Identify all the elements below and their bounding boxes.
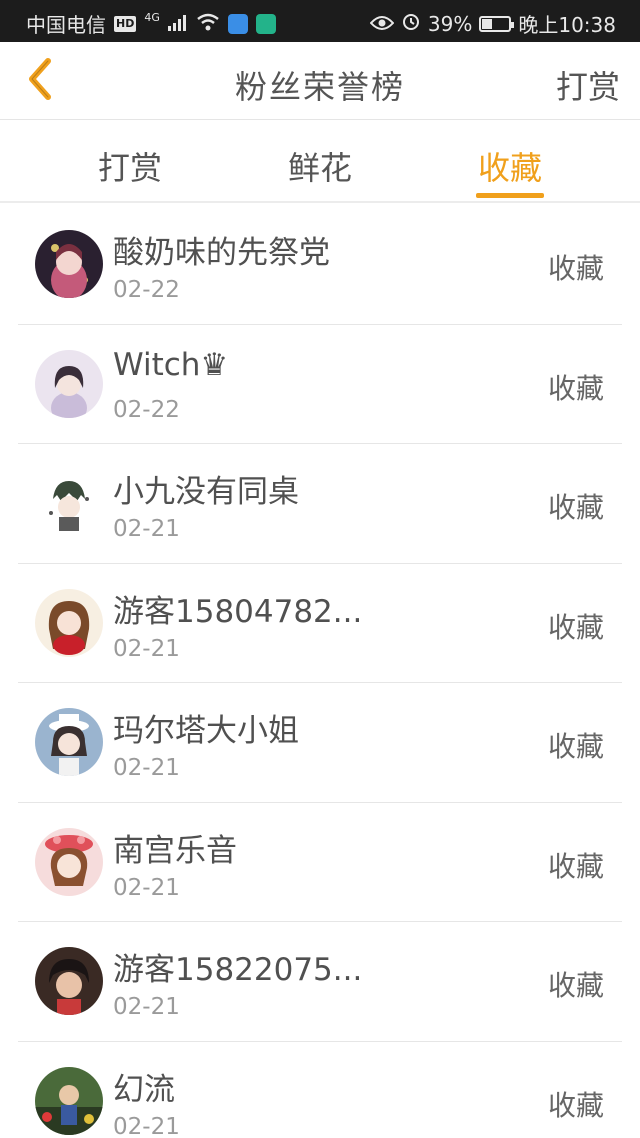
battery-fill bbox=[482, 18, 493, 29]
avatar bbox=[35, 827, 103, 896]
tab-flowers[interactable]: 鲜花 bbox=[250, 143, 390, 189]
alarm-icon bbox=[401, 11, 421, 36]
avatar bbox=[35, 708, 103, 776]
user-date: 02-22 bbox=[113, 396, 180, 423]
avatar bbox=[35, 947, 103, 1015]
user-date: 02-21 bbox=[113, 516, 180, 542]
network-label: 4G bbox=[144, 11, 160, 24]
user-name: Witch♛ bbox=[113, 346, 229, 383]
list-item[interactable]: 游客15822075... 02-21 收藏 bbox=[18, 922, 622, 1042]
status-bar: 中国电信 HD 4G 39% 晚上10:38 bbox=[0, 0, 640, 42]
avatar bbox=[35, 469, 103, 537]
tab-reward[interactable]: 打赏 bbox=[60, 143, 200, 189]
favorite-label: 收藏 bbox=[547, 371, 604, 405]
clock-label: 晚上10:38 bbox=[518, 13, 616, 37]
app-notification-icon-2 bbox=[255, 13, 276, 34]
user-date: 02-22 bbox=[113, 277, 180, 303]
user-date: 02-21 bbox=[113, 1113, 180, 1138]
favorite-label: 收藏 bbox=[547, 610, 604, 644]
favorite-label: 收藏 bbox=[547, 252, 604, 285]
list-item[interactable]: 玛尔塔大小姐 02-21 收藏 bbox=[18, 683, 622, 803]
signal-icon bbox=[167, 12, 188, 36]
user-name: 玛尔塔大小姐 bbox=[113, 713, 299, 749]
user-date: 02-21 bbox=[113, 874, 180, 901]
list-item[interactable]: 酸奶味的先祭党 02-22 收藏 bbox=[18, 205, 622, 325]
app-notification-icon bbox=[227, 13, 248, 34]
favorite-label: 收藏 bbox=[547, 849, 604, 883]
carrier-label: 中国电信 bbox=[26, 13, 106, 37]
hd-badge: HD bbox=[114, 15, 137, 32]
list-item[interactable]: 游客15804782... 02-21 收藏 bbox=[18, 564, 622, 683]
user-name: 游客15822075... bbox=[113, 952, 363, 988]
user-date: 02-21 bbox=[113, 994, 180, 1020]
fan-list: 酸奶味的先祭党 02-22 收藏 Witch♛ 02-22 收藏 小九没有同桌 … bbox=[0, 205, 640, 1138]
favorite-label: 收藏 bbox=[547, 969, 604, 1002]
avatar bbox=[35, 349, 103, 418]
tab-favorites[interactable]: 收藏 bbox=[440, 143, 580, 189]
list-item[interactable]: 南宫乐音 02-21 收藏 bbox=[18, 803, 622, 922]
user-name: 游客15804782... bbox=[113, 593, 363, 630]
status-bar-left: 中国电信 HD 4G bbox=[26, 9, 276, 38]
user-name: 小九没有同桌 bbox=[113, 474, 299, 510]
tab-bar: 打赏 鲜花 收藏 bbox=[0, 121, 640, 203]
header: 粉丝荣誉榜 打赏 bbox=[0, 42, 640, 120]
battery-icon bbox=[479, 15, 515, 32]
user-name: 酸奶味的先祭党 bbox=[113, 235, 330, 271]
page-title: 粉丝荣誉榜 bbox=[234, 68, 405, 106]
list-item[interactable]: 小九没有同桌 02-21 收藏 bbox=[18, 444, 622, 564]
eye-icon bbox=[369, 12, 395, 36]
list-item[interactable]: 幻流 02-21 收藏 bbox=[18, 1042, 622, 1138]
user-name: 南宫乐音 bbox=[113, 832, 237, 869]
battery-percent: 39% bbox=[427, 11, 473, 36]
favorite-label: 收藏 bbox=[547, 730, 604, 763]
avatar bbox=[35, 230, 103, 298]
wifi-icon bbox=[196, 12, 220, 36]
reward-button[interactable]: 打赏 bbox=[556, 62, 620, 108]
list-item[interactable]: Witch♛ 02-22 收藏 bbox=[18, 325, 622, 444]
status-bar-right: 39% 晚上10:38 bbox=[369, 9, 616, 38]
avatar bbox=[35, 1066, 103, 1135]
avatar bbox=[35, 588, 103, 657]
user-date: 02-21 bbox=[113, 755, 180, 781]
favorite-label: 收藏 bbox=[547, 1088, 604, 1122]
favorite-label: 收藏 bbox=[547, 491, 604, 524]
user-name: 幻流 bbox=[113, 1071, 175, 1108]
active-tab-indicator bbox=[476, 193, 544, 198]
user-date: 02-21 bbox=[113, 635, 180, 662]
